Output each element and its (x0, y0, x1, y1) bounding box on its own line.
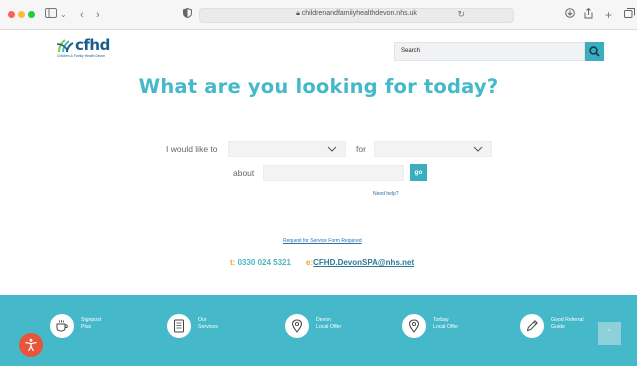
zoom-window-button[interactable] (28, 11, 35, 18)
reload-icon[interactable]: ↻ (457, 9, 465, 20)
chevron-up-icon: ⌃ (606, 330, 613, 336)
cup-icon (50, 314, 74, 338)
pen-icon (520, 314, 544, 338)
about-input[interactable] (263, 165, 404, 181)
back-icon[interactable]: ‹ (80, 8, 84, 22)
search-button[interactable] (585, 42, 604, 61)
browser-toolbar: ⌄ ‹ › 🔒︎ childrenandfamilyhealthdevon.nh… (0, 0, 637, 30)
accessibility-button[interactable] (19, 333, 43, 357)
logo-mark-icon (57, 39, 74, 53)
footer-label-line1: Our (198, 317, 207, 323)
audience-select[interactable] (374, 141, 492, 157)
footer-label-line1: Devon (316, 317, 331, 323)
document-icon (167, 314, 191, 338)
search-input[interactable]: Search (394, 42, 585, 61)
search-icon (589, 46, 600, 57)
like-label: I would like to (166, 144, 218, 154)
page-title: What are you looking for today? (138, 75, 499, 98)
map-pin-icon (402, 314, 426, 338)
sidebar-icon[interactable] (45, 8, 57, 22)
go-button[interactable]: go (410, 164, 427, 181)
logo-wordmark: cfhd (75, 36, 110, 54)
footer-nav: Signpost Plus Our Services Devon Local Offe… (0, 295, 637, 366)
for-label: for (356, 144, 366, 154)
footer-label-line1: Good Referral (551, 317, 584, 323)
about-label: about (233, 168, 255, 178)
map-pin-icon (285, 314, 309, 338)
lock-icon: 🔒︎ (296, 10, 300, 17)
footer-label-line2: Local Offer (433, 324, 459, 330)
footer-label-line2: Services (198, 324, 218, 330)
new-tab-icon[interactable]: + (605, 8, 612, 22)
footer-label-line2: Local Offer (316, 324, 342, 330)
contact-phone: t: 0330 024 5321 (230, 258, 291, 267)
request-service-link[interactable]: Request for Service Form Required (283, 238, 362, 244)
footer-label-line2: Guide (551, 324, 565, 330)
phone-key: t: (230, 258, 236, 267)
chevron-down-icon[interactable]: ⌄ (60, 8, 67, 22)
back-to-top-button[interactable]: ⌃ (598, 322, 621, 345)
footer-label-line1: Torbay (433, 317, 449, 323)
site-search: Search (394, 42, 604, 61)
download-icon[interactable] (565, 8, 575, 22)
footer-label-line2: Plus (81, 324, 92, 330)
forward-icon[interactable]: › (96, 8, 100, 22)
tab-overview-icon[interactable] (624, 8, 635, 22)
close-window-button[interactable] (8, 11, 15, 18)
need-help-link[interactable]: Need help? (373, 191, 399, 197)
footer-label-line1: Signpost (81, 317, 102, 323)
action-select[interactable] (228, 141, 346, 157)
contact-email: e:CFHD.DevonSPA@nhs.net (306, 258, 414, 267)
chevron-down-icon (473, 146, 483, 152)
cfhd-logo[interactable]: cfhd Children & Family Health Devon (57, 36, 117, 60)
logo-tagline: Children & Family Health Devon (57, 54, 106, 58)
minimize-window-button[interactable] (18, 11, 25, 18)
phone-number[interactable]: 0330 024 5321 (238, 258, 291, 267)
url-text: childrenandfamilyhealthdevon.nhs.uk (301, 10, 417, 17)
address-bar[interactable]: 🔒︎ childrenandfamilyhealthdevon.nhs.uk ↻ (199, 8, 514, 23)
accessibility-icon (25, 338, 37, 352)
privacy-shield-icon[interactable] (183, 7, 192, 22)
share-icon[interactable] (584, 7, 593, 23)
chevron-down-icon (327, 146, 337, 152)
email-link[interactable]: CFHD.DevonSPA@nhs.net (313, 258, 414, 267)
